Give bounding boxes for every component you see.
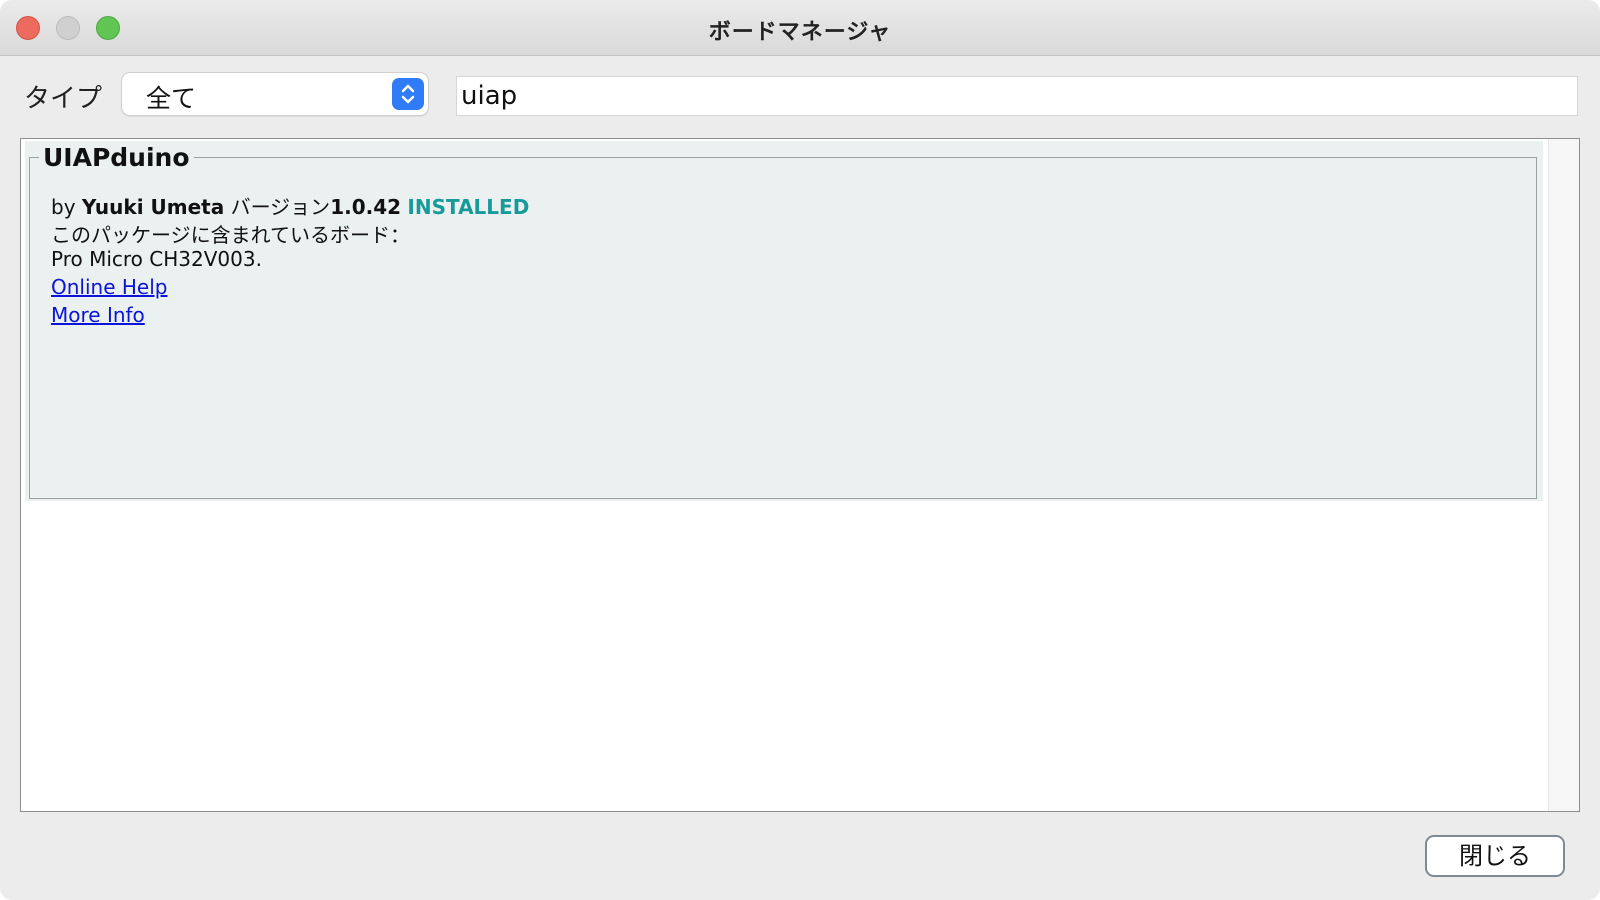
title-bar[interactable]: ボードマネージャ — [0, 0, 1600, 56]
search-input-value: uiap — [461, 81, 518, 111]
search-input[interactable]: uiap — [456, 76, 1578, 116]
type-select-value: 全て — [146, 84, 197, 113]
boards-list: Pro Micro CH32V003. — [51, 247, 262, 271]
board-manager-window: ボードマネージャ タイプ 全て uiap UIAPduino by Yuuki … — [0, 0, 1600, 900]
board-entry[interactable]: UIAPduino by Yuuki Umeta バージョン1.0.42 INS… — [25, 141, 1543, 501]
board-list[interactable]: UIAPduino by Yuuki Umeta バージョン1.0.42 INS… — [20, 138, 1580, 812]
window-title: ボードマネージャ — [708, 20, 892, 45]
version-label: バージョン — [230, 195, 331, 219]
vertical-scrollbar[interactable] — [1548, 139, 1579, 811]
version-number: 1.0.42 — [330, 195, 402, 219]
board-entry-title: UIAPduino — [39, 143, 194, 172]
boards-label: このパッケージに含まれているボード： — [51, 223, 410, 247]
type-label: タイプ — [24, 84, 103, 114]
close-button[interactable]: 閉じる — [1425, 835, 1565, 877]
by-label: by — [51, 195, 76, 219]
chevron-up-down-icon — [392, 78, 424, 110]
online-help-link[interactable]: Online Help — [51, 275, 167, 299]
installed-status-badge: INSTALLED — [407, 195, 530, 219]
more-info-link[interactable]: More Info — [51, 303, 145, 327]
type-select[interactable]: 全て — [122, 73, 428, 115]
author-name: Yuuki Umeta — [81, 195, 225, 219]
board-entry-meta: by Yuuki Umeta バージョン1.0.42 INSTALLED — [51, 191, 529, 220]
